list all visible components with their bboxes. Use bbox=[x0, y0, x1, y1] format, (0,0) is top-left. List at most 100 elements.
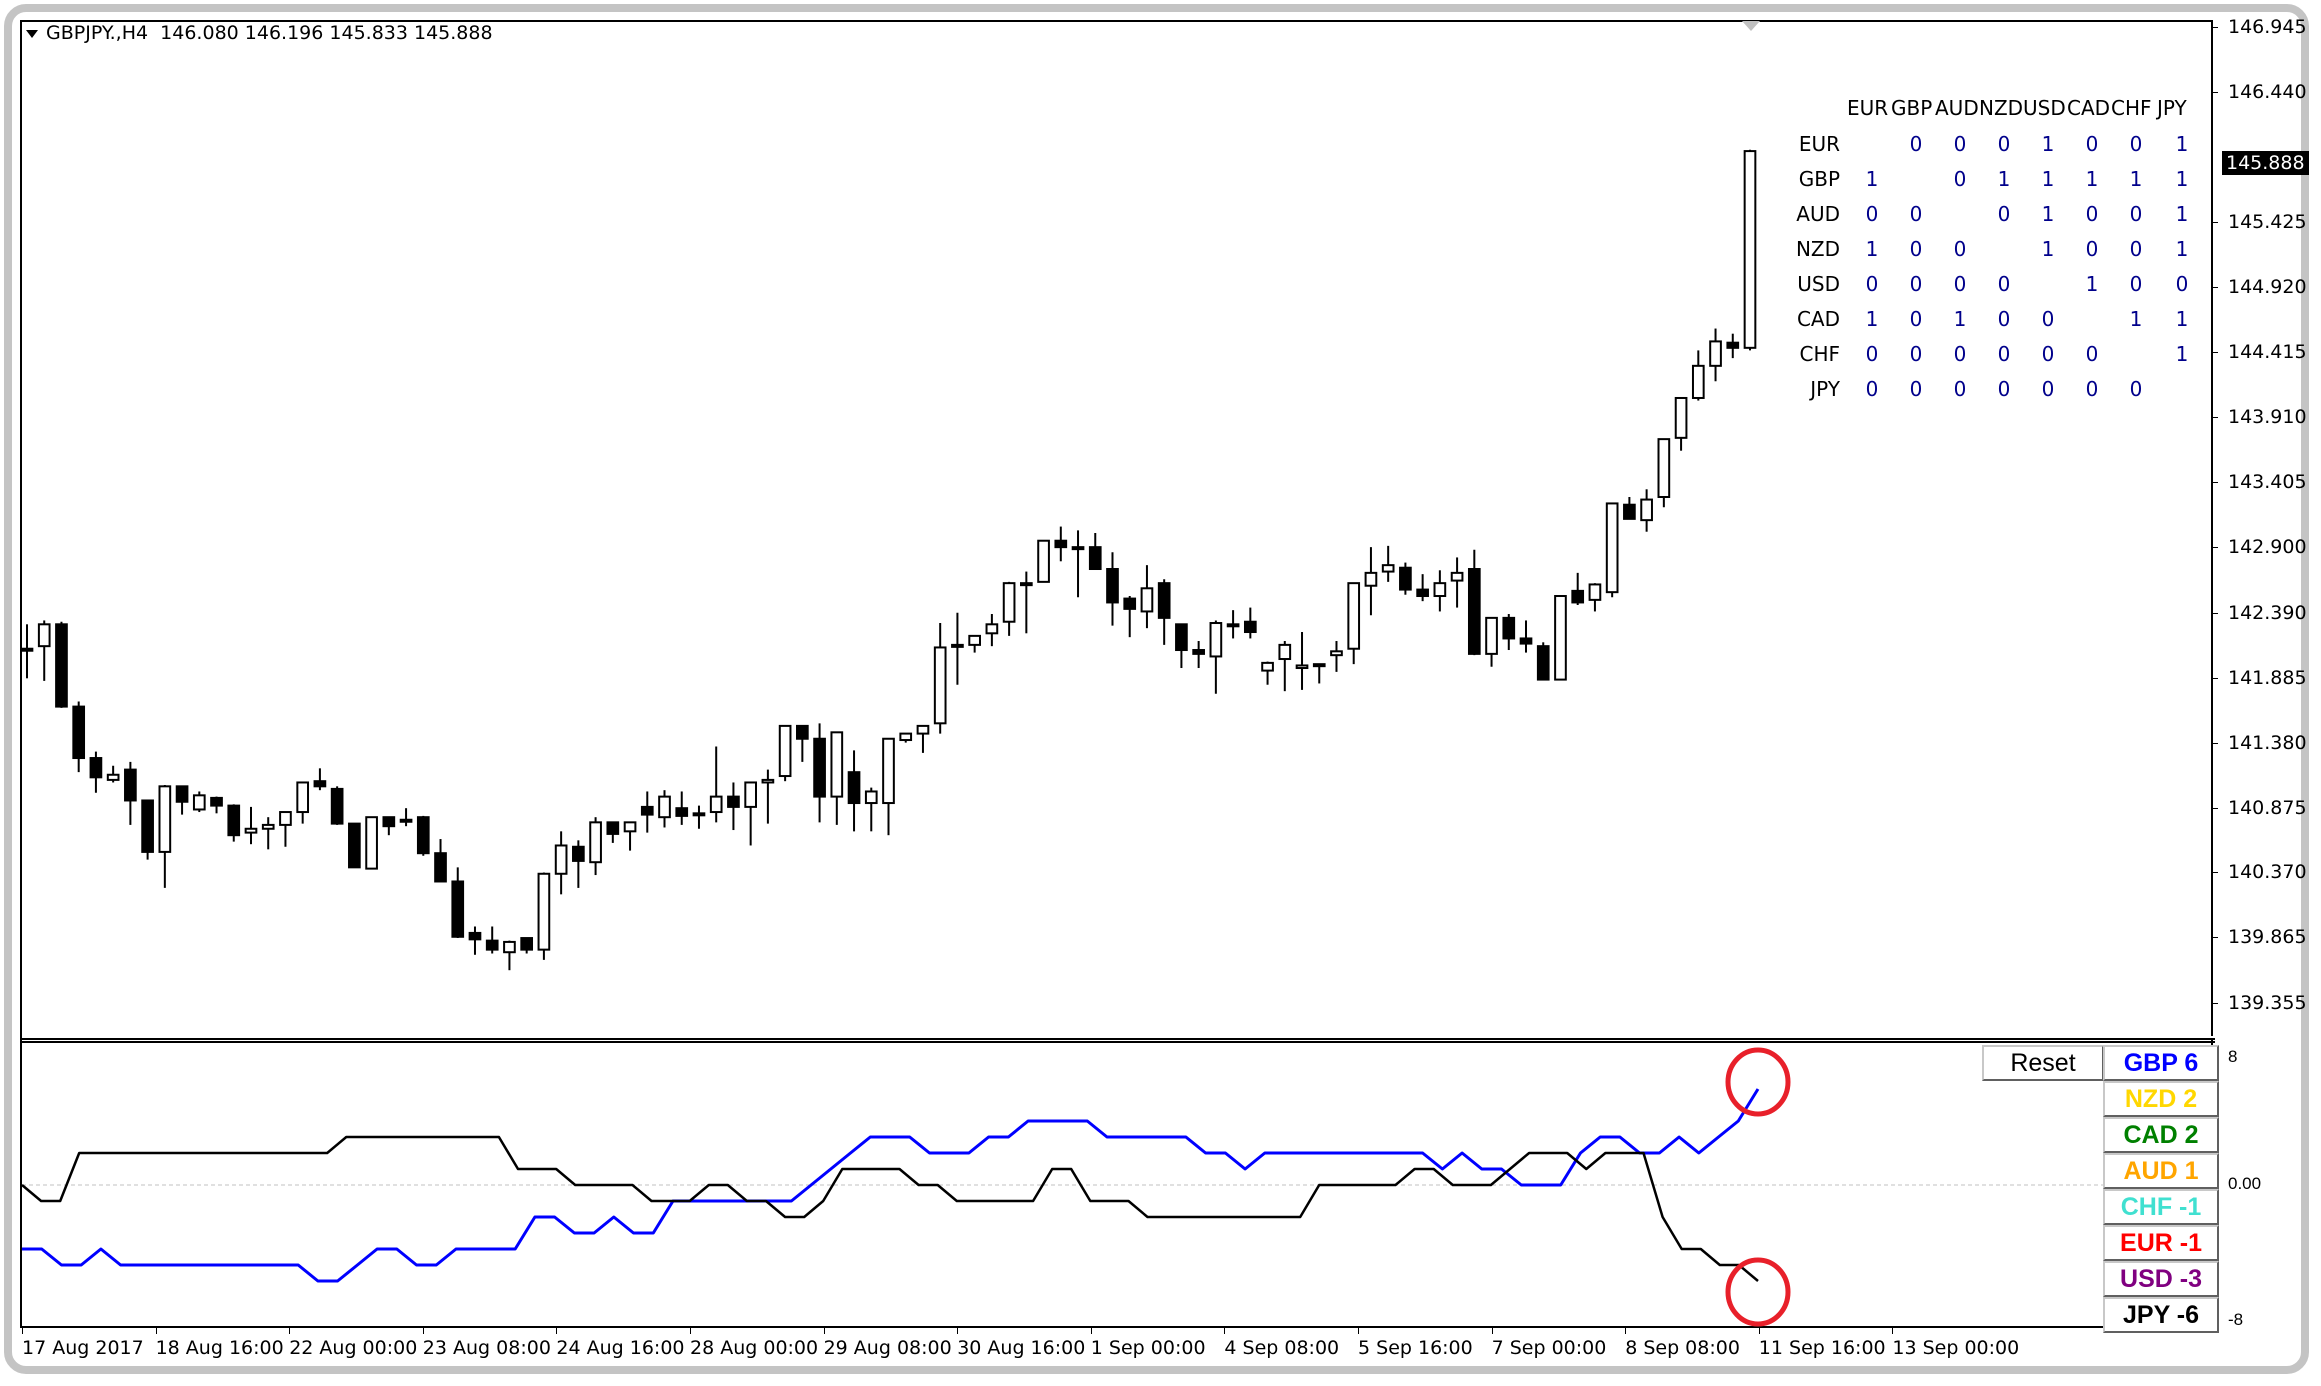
price-tick-label: 141.885 bbox=[2228, 666, 2307, 689]
currency-button-cad[interactable]: CAD 2 bbox=[2103, 1117, 2219, 1153]
matrix-cell: 1 bbox=[2175, 167, 2189, 191]
matrix-column-header: CHF bbox=[2111, 96, 2152, 120]
price-tick-label: 143.405 bbox=[2228, 471, 2307, 494]
price-tick bbox=[2213, 547, 2218, 549]
price-tick-label: 142.900 bbox=[2228, 536, 2307, 559]
matrix-cell: 0 bbox=[2085, 377, 2099, 401]
matrix-cell: 1 bbox=[1865, 167, 1879, 191]
matrix-cell: 0 bbox=[2085, 132, 2099, 156]
currency-button-chf[interactable]: CHF -1 bbox=[2103, 1189, 2219, 1225]
matrix-row-label: USD bbox=[1797, 272, 1840, 296]
current-price-badge: 145.888 bbox=[2222, 150, 2309, 175]
price-tick-label: 139.865 bbox=[2228, 926, 2307, 949]
currency-button-jpy[interactable]: JPY -6 bbox=[2103, 1297, 2219, 1333]
matrix-cell: 1 bbox=[2129, 307, 2143, 331]
time-tick-label: 8 Sep 08:00 bbox=[1625, 1337, 1740, 1359]
time-tick bbox=[1090, 1328, 1092, 1334]
matrix-cell: 0 bbox=[1865, 377, 1879, 401]
matrix-cell: 0 bbox=[2085, 237, 2099, 261]
matrix-cell: 0 bbox=[1997, 202, 2011, 226]
matrix-cell: 1 bbox=[2085, 272, 2099, 296]
time-tick-label: 30 Aug 16:00 bbox=[957, 1337, 1086, 1359]
matrix-cell: 1 bbox=[2175, 132, 2189, 156]
matrix-row-label: NZD bbox=[1795, 237, 1840, 261]
time-tick-label: 13 Sep 00:00 bbox=[1892, 1337, 2020, 1359]
matrix-cell: 0 bbox=[2175, 272, 2189, 296]
time-tick-label: 23 Aug 08:00 bbox=[422, 1337, 551, 1359]
time-tick-label: 7 Sep 00:00 bbox=[1491, 1337, 1607, 1359]
matrix-cell: 0 bbox=[1865, 202, 1879, 226]
matrix-cell: 0 bbox=[1997, 307, 2011, 331]
price-tick-label: 144.920 bbox=[2228, 276, 2307, 299]
price-tick bbox=[2213, 807, 2218, 809]
matrix-cell: 0 bbox=[1909, 202, 1923, 226]
time-tick-label: 5 Sep 16:00 bbox=[1358, 1337, 1473, 1359]
time-tick-label: 24 Aug 16:00 bbox=[556, 1337, 685, 1359]
matrix-cell: 1 bbox=[2041, 237, 2055, 261]
matrix-cell: 0 bbox=[1997, 132, 2011, 156]
matrix-cell: 0 bbox=[1953, 377, 1967, 401]
price-tick bbox=[2213, 27, 2218, 28]
price-tick bbox=[2213, 937, 2218, 939]
matrix-cell: 1 bbox=[2129, 167, 2143, 191]
price-tick-label: 145.425 bbox=[2228, 211, 2307, 234]
matrix-cell: 0 bbox=[1865, 342, 1879, 366]
time-tick-label: 28 Aug 00:00 bbox=[690, 1337, 819, 1359]
time-tick-label: 17 Aug 2017 bbox=[22, 1337, 144, 1359]
matrix-column-header: NZD bbox=[1979, 96, 2024, 120]
currency-button-nzd[interactable]: NZD 2 bbox=[2103, 1081, 2219, 1117]
time-tick-label: 18 Aug 16:00 bbox=[155, 1337, 284, 1359]
time-tick bbox=[957, 1328, 959, 1334]
highlight-circle-jpy bbox=[1725, 1257, 1791, 1327]
price-tick-label: 140.875 bbox=[2228, 796, 2307, 819]
indicator-axis-bottom: -8 bbox=[2228, 1310, 2244, 1329]
time-tick bbox=[1224, 1328, 1226, 1334]
matrix-cell: 1 bbox=[1997, 167, 2011, 191]
strength-line-jpy bbox=[21, 1135, 1759, 1282]
matrix-cell: 0 bbox=[2041, 342, 2055, 366]
matrix-column-header: EUR bbox=[1847, 96, 1889, 120]
time-tick-label: 22 Aug 00:00 bbox=[289, 1337, 418, 1359]
matrix-cell: 0 bbox=[1997, 342, 2011, 366]
matrix-cell: 1 bbox=[2041, 202, 2055, 226]
matrix-cell: 1 bbox=[2175, 202, 2189, 226]
matrix-cell: 1 bbox=[2175, 237, 2189, 261]
matrix-cell: 1 bbox=[2041, 132, 2055, 156]
matrix-cell: 0 bbox=[2085, 342, 2099, 366]
matrix-cell: 0 bbox=[1909, 237, 1923, 261]
price-tick-label: 142.390 bbox=[2228, 601, 2307, 624]
price-tick bbox=[2213, 742, 2218, 744]
matrix-cell: 1 bbox=[1865, 237, 1879, 261]
price-tick bbox=[2213, 287, 2218, 289]
price-tick-label: 143.910 bbox=[2228, 406, 2307, 429]
matrix-row-label: JPY bbox=[1810, 377, 1840, 401]
currency-button-aud[interactable]: AUD 1 bbox=[2103, 1153, 2219, 1189]
currency-button-gbp[interactable]: GBP 6 bbox=[2103, 1045, 2219, 1081]
time-tick bbox=[22, 1328, 23, 1334]
price-tick bbox=[2213, 1003, 2218, 1004]
matrix-cell: 1 bbox=[1953, 307, 1967, 331]
time-tick-label: 11 Sep 16:00 bbox=[1758, 1337, 1886, 1359]
time-tick bbox=[155, 1328, 157, 1334]
reset-button[interactable]: Reset bbox=[1982, 1045, 2104, 1081]
price-tick bbox=[2213, 417, 2218, 419]
matrix-column-header: AUD bbox=[1935, 96, 1979, 120]
currency-button-usd[interactable]: USD -3 bbox=[2103, 1261, 2219, 1297]
time-tick bbox=[1758, 1328, 1760, 1334]
time-tick bbox=[556, 1328, 558, 1334]
matrix-cell: 1 bbox=[2175, 307, 2189, 331]
price-tick bbox=[2213, 872, 2218, 874]
matrix-cell: 0 bbox=[2129, 237, 2143, 261]
price-tick-label: 141.380 bbox=[2228, 731, 2307, 754]
currency-button-eur[interactable]: EUR -1 bbox=[2103, 1225, 2219, 1261]
time-tick bbox=[1358, 1328, 1359, 1334]
indicator-axis-top: 8 bbox=[2228, 1047, 2238, 1066]
matrix-cell: 0 bbox=[2041, 307, 2055, 331]
time-tick bbox=[1892, 1328, 1894, 1334]
matrix-row-label: AUD bbox=[1796, 202, 1840, 226]
matrix-cell: 0 bbox=[2085, 202, 2099, 226]
matrix-column-header: JPY bbox=[2157, 96, 2187, 120]
matrix-cell: 0 bbox=[1997, 272, 2011, 296]
time-tick bbox=[422, 1328, 424, 1334]
matrix-column-header: GBP bbox=[1891, 96, 1933, 120]
